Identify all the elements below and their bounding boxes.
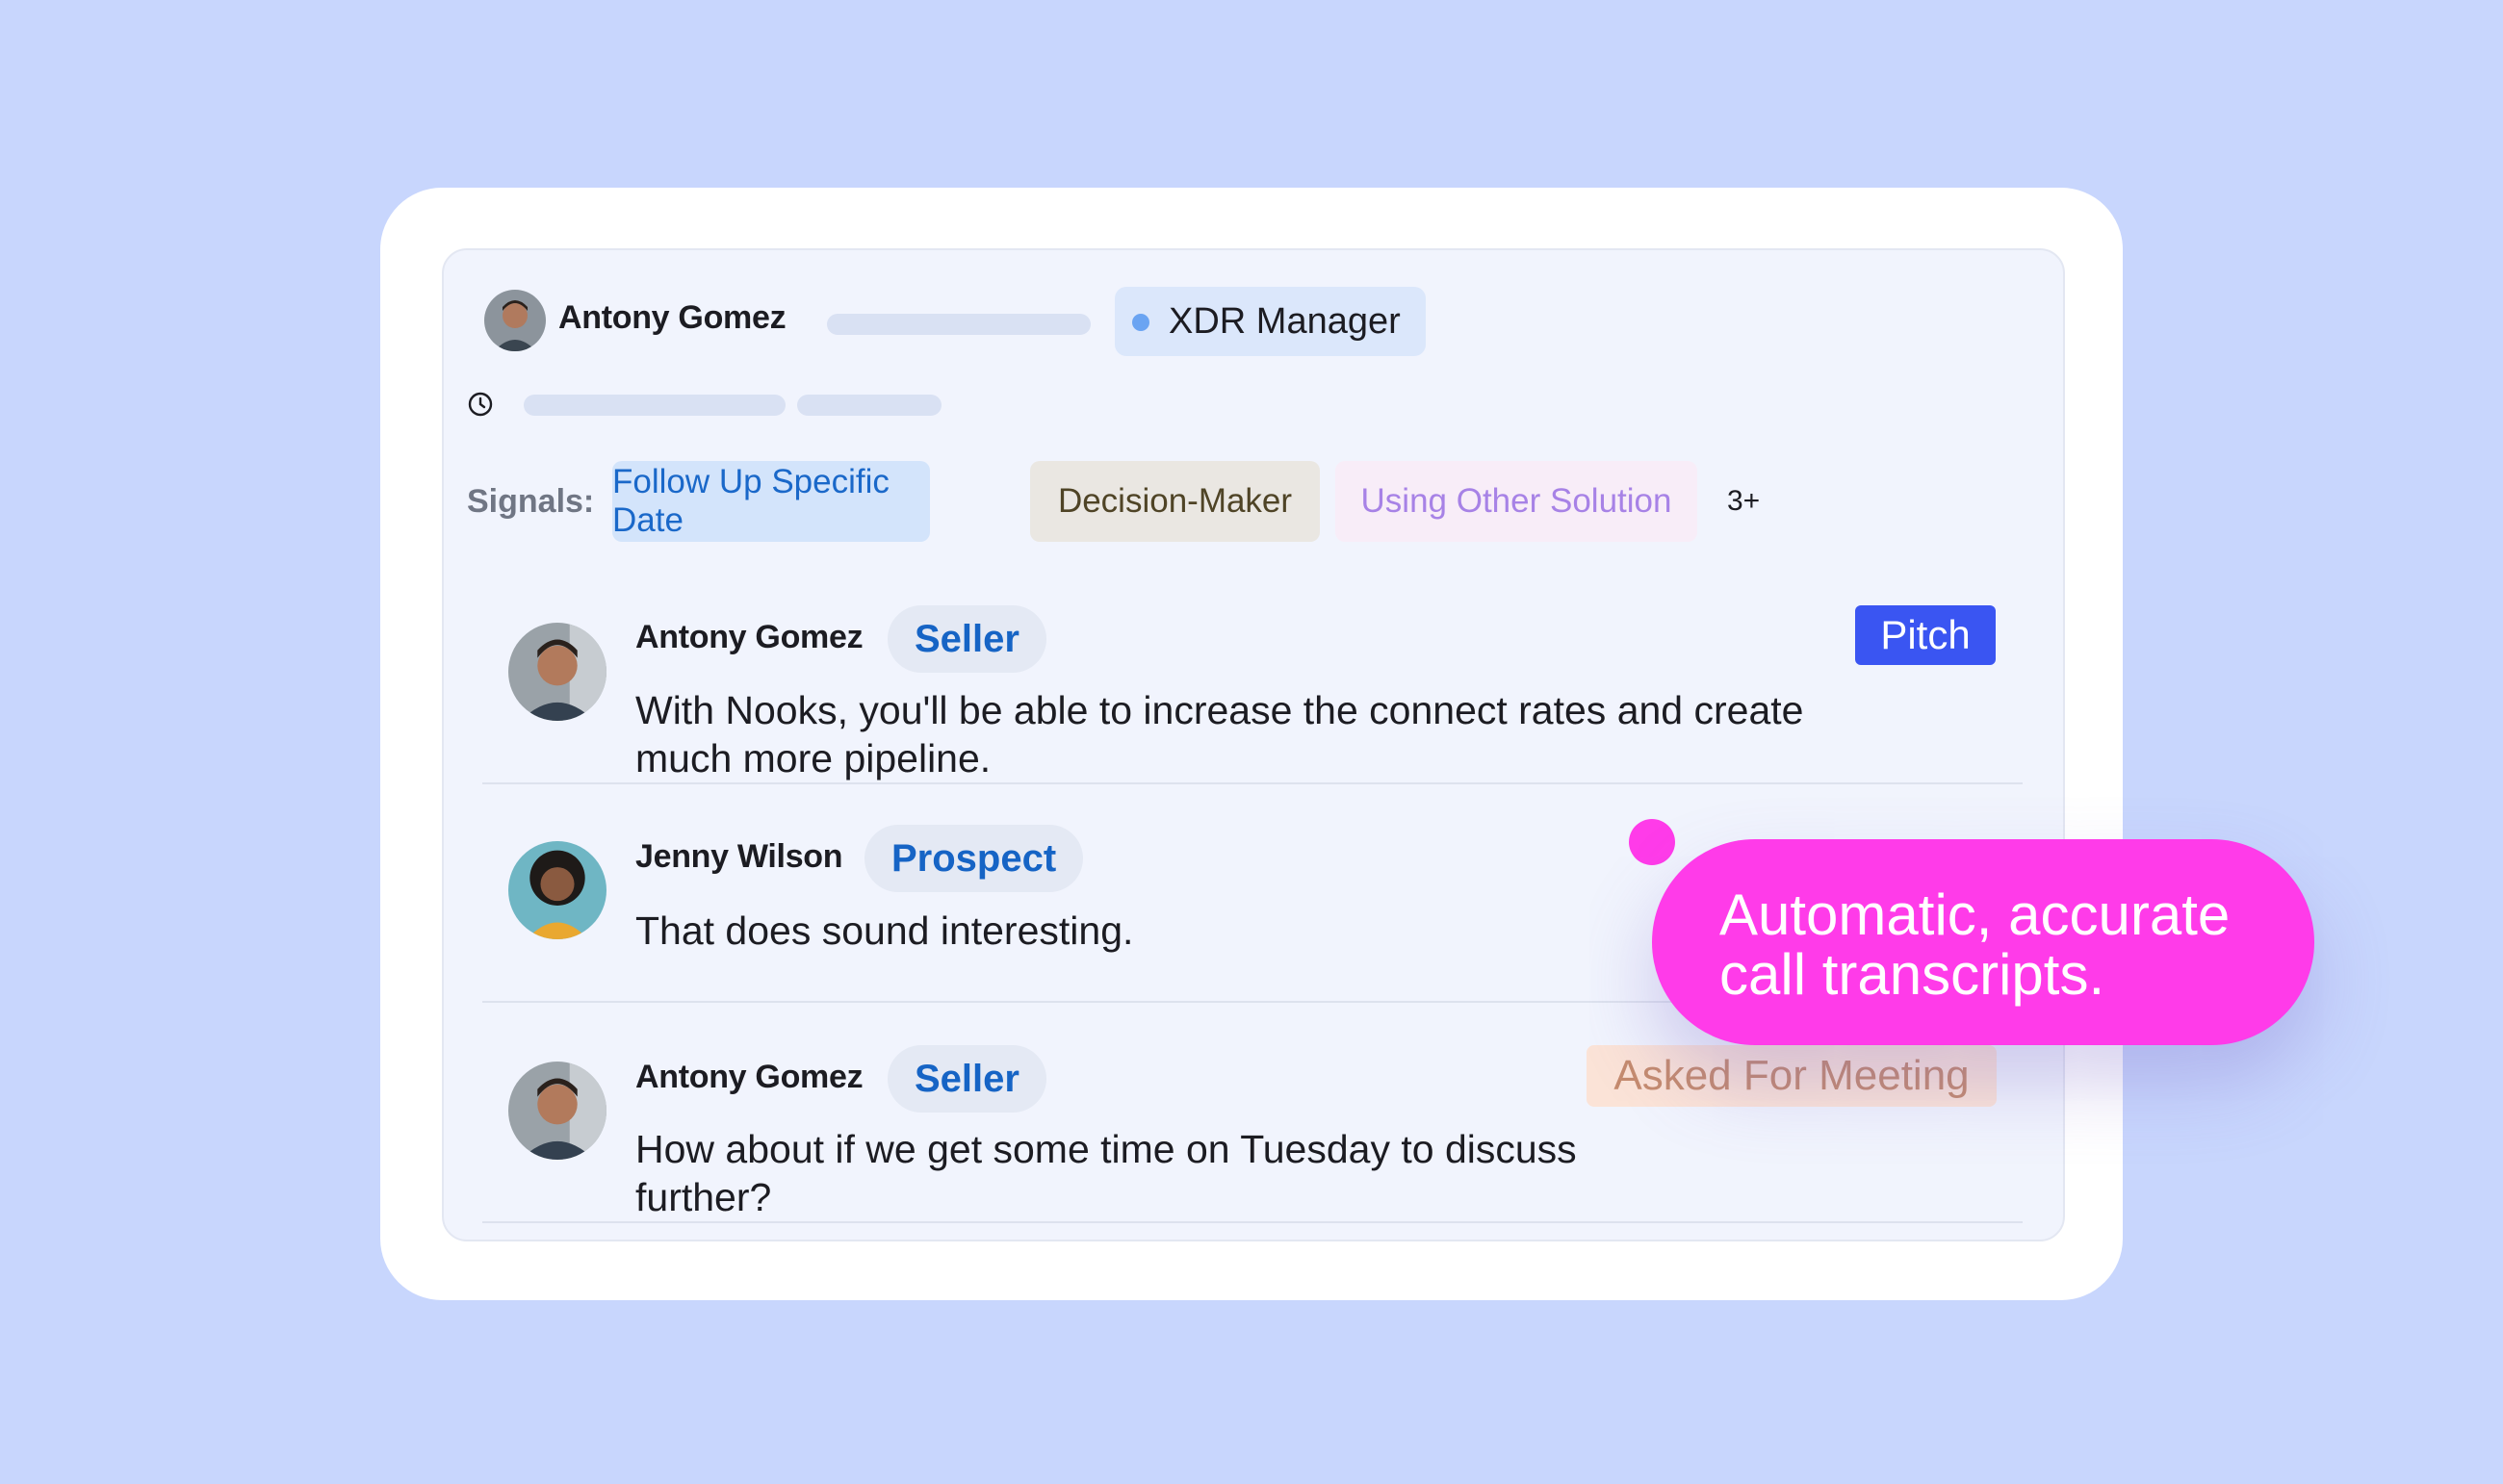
- role-dot-icon: [1132, 314, 1149, 331]
- meta-skeleton-bar-2: [797, 395, 942, 416]
- clock-icon: [468, 392, 493, 417]
- message-divider: [482, 1221, 2023, 1223]
- callout-line: call transcripts.: [1719, 942, 2105, 1007]
- signal-chip-label: Follow Up Specific Date: [612, 463, 890, 539]
- message-text-line: further?: [635, 1175, 772, 1219]
- callout-dot: [1629, 819, 1675, 865]
- message-sender-name: Jenny Wilson: [635, 838, 843, 875]
- signal-chip-decision-maker[interactable]: Decision-Maker: [1030, 461, 1320, 542]
- message-text: With Nooks, you'll be able to increase t…: [635, 686, 1803, 782]
- signals-label: Signals:: [467, 482, 595, 520]
- message-text-line: How about if we get some time on Tuesday…: [635, 1127, 1577, 1171]
- signal-chip-label: Using Other Solution: [1360, 482, 1672, 520]
- message-text: That does sound interesting.: [635, 907, 1133, 955]
- header-skeleton-bar: [827, 314, 1091, 335]
- pitch-tag[interactable]: Pitch: [1855, 605, 1996, 665]
- message-avatar: [508, 1062, 606, 1160]
- message-text-line: much more pipeline.: [635, 736, 992, 780]
- asked-for-meeting-tag[interactable]: Asked For Meeting: [1587, 1045, 1997, 1107]
- message-sender-name: Antony Gomez: [635, 619, 864, 655]
- header-avatar: [484, 290, 546, 351]
- sender-role-pill: Prospect: [864, 825, 1084, 892]
- role-chip-label: XDR Manager: [1169, 300, 1401, 342]
- message-text: How about if we get some time on Tuesday…: [635, 1125, 1577, 1221]
- meta-skeleton-bar-1: [524, 395, 786, 416]
- role-chip[interactable]: XDR Manager: [1115, 287, 1426, 356]
- signal-chip-follow-up[interactable]: Follow Up Specific Date: [612, 461, 930, 542]
- message-sender-name: Antony Gomez: [635, 1059, 864, 1095]
- signal-chip-label: Decision-Maker: [1057, 482, 1293, 520]
- message-avatar: [508, 841, 606, 939]
- message-divider: [482, 782, 2023, 784]
- callout-bubble: Automatic, accurate call transcripts.: [1652, 839, 2314, 1045]
- call-transcript-panel: Antony Gomez XDR Manager Signals: Follow…: [442, 248, 2065, 1241]
- callout-line: Automatic, accurate: [1719, 883, 2231, 947]
- signal-chip-other-solution[interactable]: Using Other Solution: [1335, 461, 1697, 542]
- sender-role-pill: Seller: [888, 605, 1046, 673]
- header-name: Antony Gomez: [558, 299, 787, 336]
- message-avatar: [508, 623, 606, 721]
- sender-role-pill: Seller: [888, 1045, 1046, 1113]
- message-text-line: With Nooks, you'll be able to increase t…: [635, 688, 1804, 732]
- message-text-line: That does sound interesting.: [635, 908, 1134, 953]
- signals-more-count[interactable]: 3+: [1727, 462, 1760, 541]
